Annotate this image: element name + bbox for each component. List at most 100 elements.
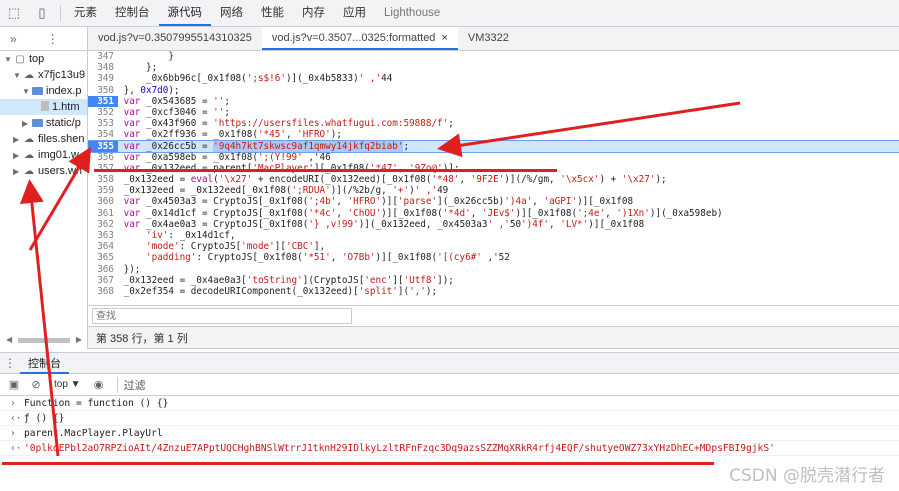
code-line: 351 var _0x543685 = ''; (88, 95, 899, 107)
code-line: 368 _0x2ef354 = decodeURIComponent(_0x13… (88, 286, 899, 297)
expand-right-icon[interactable]: ▶ (22, 116, 32, 132)
tree-item-label: top (29, 53, 45, 65)
code-text: var _0x2ff936 = _0x1f08('*45', 'HFRO'); (123, 129, 342, 141)
scroll-right-icon[interactable]: ▶ (76, 335, 82, 344)
code-text: 'mode': CryptoJS['mode']['CBC'], (146, 241, 326, 253)
expand-down-icon[interactable]: ▼ (13, 68, 23, 84)
expand-right-icon[interactable]: ▶ (13, 132, 23, 148)
line-number[interactable]: 350 (88, 85, 118, 96)
tree-item-label: 1.htm (52, 101, 80, 113)
code-text: _0x6bb96c[_0x1f08(';s$!6')](_0x4b5833)' … (118, 73, 393, 85)
close-tab-icon[interactable]: × (441, 32, 447, 44)
scroll-left-icon[interactable]: ◀ (6, 335, 12, 344)
frame-icon: ▢ (15, 54, 25, 65)
breakpoint-marker[interactable]: 351 (88, 95, 118, 107)
editor-tab[interactable]: VM3322 (458, 27, 519, 50)
code-line: 352 var _0xcf3046 = ''; (88, 107, 899, 118)
line-number[interactable]: 347 (88, 51, 118, 62)
code-line: 366 }); (88, 264, 899, 275)
tree-item[interactable]: 1.htm (0, 99, 87, 115)
result-chevron-icon: ‹· (10, 413, 22, 424)
expand-down-icon[interactable]: ▼ (22, 84, 32, 100)
tree-item[interactable]: ▼ ☁ x7fjc13u9 (0, 67, 87, 83)
context-selector[interactable]: top ▼ (50, 379, 85, 390)
line-number[interactable]: 365 (88, 252, 118, 263)
console-filter[interactable]: 过滤 (116, 376, 146, 393)
tree-item[interactable]: ▶ static/p (0, 115, 87, 131)
console-row: ‹· ƒ () {} (0, 411, 899, 426)
code-text: var _0x4503a3 = CryptoJS[_0x1f08(';4b', … (123, 196, 634, 208)
cloud-icon: ☁ (24, 134, 34, 145)
inspect-icon[interactable]: ⬚ (0, 0, 28, 26)
eye-icon[interactable]: ◉ (91, 377, 107, 393)
more-panels-icon[interactable]: » (10, 32, 17, 46)
line-number[interactable]: 349 (88, 73, 118, 84)
code-text: _0x132eed = eval('\x27' + encodeURI(_0x1… (118, 174, 667, 186)
line-number[interactable]: 348 (88, 62, 118, 73)
expand-right-icon[interactable]: ▶ (13, 164, 23, 180)
code-text: _0x132eed = _0x132eed[_0x1f08(';RDUA')](… (118, 185, 449, 197)
tab-7[interactable]: Lighthouse (375, 0, 449, 26)
code-text: var _0xcf3046 = ''; (123, 106, 230, 118)
tab-console[interactable]: 控制台 (20, 353, 69, 374)
code-line: 367 _0x132eed = _0x4ae0a3['toString'](Cr… (88, 275, 899, 286)
tab-0[interactable]: 元素 (65, 0, 106, 26)
line-number[interactable]: 356 (88, 152, 118, 163)
editor-tab-label: vod.js?v=0.3507...0325:formatted (271, 32, 436, 44)
line-number[interactable]: 362 (88, 219, 118, 230)
line-number[interactable]: 360 (88, 196, 118, 207)
editor-tab[interactable]: vod.js?v=0.3507...0325:formatted × (261, 27, 458, 50)
watermark: CSDN @脱壳潜行者 (729, 466, 885, 486)
tree-item[interactable]: ▼ ▢ top (0, 51, 87, 67)
code-line: 359 _0x132eed = _0x132eed[_0x1f08(';RDUA… (88, 185, 899, 196)
tree-item[interactable]: ▶ ☁ img01.w (0, 147, 87, 163)
code-line: 354 var _0x2ff936 = _0x1f08('*45', 'HFRO… (88, 129, 899, 140)
console-text: Function = function () {} (24, 398, 169, 409)
sidebar-toggle-icon[interactable]: ▣ (6, 377, 22, 393)
drawer-header: ⋮ 控制台 (0, 352, 899, 374)
line-number[interactable]: 367 (88, 275, 118, 286)
tab-2[interactable]: 源代码 (158, 0, 211, 26)
code-line: 360 var _0x4503a3 = CryptoJS[_0x1f08(';4… (88, 196, 899, 207)
device-icon[interactable]: ▯ (28, 0, 56, 26)
expand-right-icon[interactable]: ▶ (13, 148, 23, 164)
drawer-menu-icon[interactable]: ⋮ (0, 356, 20, 370)
tab-6[interactable]: 应用 (334, 0, 375, 26)
line-number[interactable]: 353 (88, 118, 118, 129)
clear-console-icon[interactable]: ⊘ (28, 377, 44, 393)
code-line: 361 var _0x14d1cf = CryptoJS[_0x1f08('*4… (88, 208, 899, 219)
tree-item[interactable]: ▶ ☁ files.shen (0, 131, 87, 147)
expand-down-icon[interactable]: ▼ (4, 52, 14, 68)
editor-tab[interactable]: vod.js?v=0.3507995514310325 (88, 27, 262, 50)
breakpoint-marker[interactable]: 355 (88, 140, 118, 152)
horizontal-scrollbar[interactable]: ◀ ▶ (6, 335, 82, 345)
scrollbar-thumb[interactable] (18, 338, 70, 343)
tree-item[interactable]: ▼ index.p (0, 83, 87, 99)
line-number[interactable]: 354 (88, 129, 118, 140)
editor-tab-label: VM3322 (467, 32, 509, 44)
navigator-menu-icon[interactable]: ⋮ (47, 32, 59, 46)
line-number[interactable]: 352 (88, 107, 118, 118)
tab-4[interactable]: 性能 (252, 0, 293, 26)
code-line: 353 var _0x43f960 = 'https://usersfiles.… (88, 118, 899, 129)
cloud-icon: ☁ (24, 150, 34, 161)
find-input[interactable] (92, 308, 352, 324)
line-number[interactable]: 364 (88, 241, 118, 252)
line-number[interactable]: 368 (88, 286, 118, 297)
line-number[interactable]: 358 (88, 174, 118, 185)
tab-1[interactable]: 控制台 (106, 0, 159, 26)
tab-3[interactable]: 网络 (211, 0, 252, 26)
code-line: 365 'padding': CryptoJS[_0x1f08('*51', '… (88, 252, 899, 263)
line-number[interactable]: 363 (88, 230, 118, 241)
code-editor[interactable]: 347 } 348 }; 349 _0x6bb96c[_0x1f08(';s$!6'… (88, 51, 899, 305)
tree-item[interactable]: ▶ ☁ users.wh (0, 163, 87, 179)
line-number[interactable]: 366 (88, 264, 118, 275)
code-line: 347 } (88, 51, 899, 62)
console-row: › Function = function () {} (0, 396, 899, 411)
line-number[interactable]: 359 (88, 185, 118, 196)
navigator-header: » ⋮ (0, 27, 87, 51)
file-icon (41, 101, 49, 111)
code-text: _0x132eed = _0x4ae0a3['toString'](Crypto… (118, 274, 454, 286)
tab-5[interactable]: 内存 (293, 0, 334, 26)
line-number[interactable]: 361 (88, 208, 118, 219)
